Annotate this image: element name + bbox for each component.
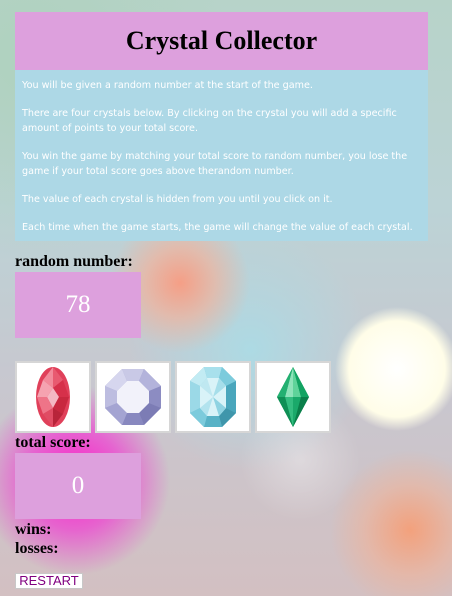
- random-number-display: 78: [15, 272, 141, 338]
- instruction-text: Each time when the game starts, the game…: [22, 222, 413, 233]
- losses-label: losses:: [15, 540, 59, 557]
- total-score-display: 0: [15, 453, 141, 519]
- green-diamond-crystal-icon: [277, 367, 309, 427]
- red-oval-crystal-icon: [36, 367, 70, 427]
- instruction-text: The value of each crystal is hidden from…: [22, 194, 333, 205]
- page-title: Crystal Collector: [125, 26, 318, 55]
- game-header: Crystal Collector: [15, 12, 428, 70]
- crystal-button-4[interactable]: [255, 361, 331, 433]
- instructions-panel: You will be given a random number at the…: [15, 70, 428, 241]
- crystal-button-2[interactable]: [95, 361, 171, 433]
- total-score-label: total score:: [15, 434, 91, 451]
- wins-label: wins:: [15, 521, 52, 538]
- restart-button[interactable]: RESTART: [15, 573, 83, 589]
- instruction-text: You will be given a random number at the…: [22, 80, 313, 91]
- purple-octagon-crystal-icon: [105, 369, 161, 425]
- instruction-text: There are four crystals below. By clicki…: [22, 108, 397, 134]
- random-number-label: random number:: [15, 253, 133, 270]
- blue-octagon-crystal-icon: [190, 367, 236, 427]
- crystal-button-3[interactable]: [175, 361, 251, 433]
- crystal-button-1[interactable]: [15, 361, 91, 433]
- instruction-text: You win the game by matching your total …: [22, 151, 408, 177]
